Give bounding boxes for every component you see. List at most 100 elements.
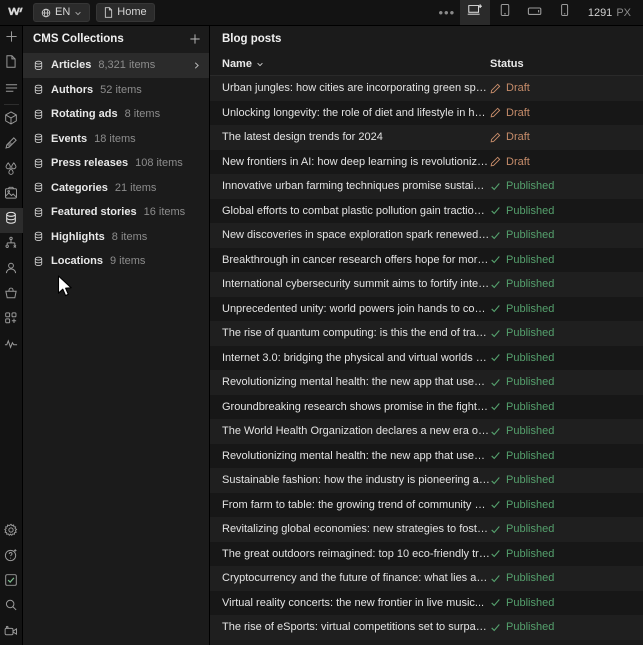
rail-add-element[interactable] xyxy=(0,26,23,51)
rail-variables[interactable] xyxy=(0,158,23,183)
collection-item-categories[interactable]: Categories 21 items xyxy=(23,176,209,201)
table-row[interactable]: The latest design trends for 2024 Draft xyxy=(210,125,643,150)
page-icon xyxy=(5,54,17,73)
table-row[interactable]: Urban jungles: how cities are incorporat… xyxy=(210,76,643,101)
rail-cms[interactable] xyxy=(0,208,23,233)
collection-item-press-releases[interactable]: Press releases 108 items xyxy=(23,151,209,176)
table-row[interactable]: Virtual reality concerts: the new fronti… xyxy=(210,590,643,615)
cell-item-name: International cybersecurity summit aims … xyxy=(222,278,490,291)
check-icon xyxy=(490,230,501,241)
rail-ecommerce[interactable] xyxy=(0,283,23,308)
table-row[interactable]: The rise of quantum computing: is this t… xyxy=(210,321,643,346)
user-icon xyxy=(4,261,18,280)
check-icon xyxy=(490,573,501,584)
table-row[interactable]: The rise of eSports: virtual competition… xyxy=(210,615,643,640)
table-row[interactable]: Global efforts to combat plastic polluti… xyxy=(210,198,643,223)
column-header-status[interactable]: Status xyxy=(490,58,524,70)
rail-help[interactable] xyxy=(0,545,23,570)
collection-item-label: Events xyxy=(51,132,88,145)
current-page-label: Home xyxy=(117,6,147,18)
viewport-desktop-button[interactable] xyxy=(459,0,490,25)
rail-pages[interactable] xyxy=(0,51,23,76)
collection-item-count: 108 items xyxy=(135,157,183,170)
video-icon xyxy=(4,624,18,642)
collection-item-highlights[interactable]: Highlights 8 items xyxy=(23,225,209,250)
table-row[interactable]: Revolutionizing mental health: the new a… xyxy=(210,370,643,395)
table-row[interactable]: Innovative urban farming techniques prom… xyxy=(210,174,643,199)
rail-assets[interactable] xyxy=(0,183,23,208)
desktop-icon xyxy=(467,3,483,22)
table-row[interactable]: Internet 3.0: bridging the physical and … xyxy=(210,345,643,370)
database-icon xyxy=(33,158,44,169)
status-badge: Published xyxy=(490,621,554,633)
table-row[interactable]: Revolutionizing mental health: the new a… xyxy=(210,443,643,468)
database-icon xyxy=(33,231,44,242)
table-row[interactable]: Unlocking longevity: the role of diet an… xyxy=(210,100,643,125)
collection-item-count: 8 items xyxy=(124,108,161,121)
help-icon xyxy=(4,548,18,567)
canvas-width-indicator[interactable]: 1291 PX xyxy=(580,0,643,25)
collection-item-label: Authors xyxy=(51,83,94,96)
table-header-row: Name Status xyxy=(210,52,643,76)
webflow-logo-icon[interactable] xyxy=(5,2,27,24)
viewport-mobile-button[interactable] xyxy=(550,0,580,25)
table-row[interactable]: International cybersecurity summit aims … xyxy=(210,272,643,297)
tablet-landscape-icon xyxy=(527,4,543,22)
column-header-name[interactable]: Name xyxy=(210,58,490,70)
table-row[interactable]: Cryptocurrency and the future of finance… xyxy=(210,566,643,591)
rail-navigator[interactable] xyxy=(0,76,23,101)
rail-components[interactable] xyxy=(0,108,23,133)
status-badge: Published xyxy=(490,327,554,339)
rail-apps[interactable] xyxy=(0,308,23,333)
check-icon xyxy=(490,499,501,510)
collection-header: Blog posts xyxy=(210,26,643,52)
cell-item-name: Breakthrough in cancer research offers h… xyxy=(222,253,490,266)
add-collection-button[interactable] xyxy=(189,33,201,45)
table-row[interactable]: Unprecedented unity: world powers join h… xyxy=(210,296,643,321)
collection-item-authors[interactable]: Authors 52 items xyxy=(23,78,209,103)
table-row[interactable]: The great outdoors reimagined: top 10 ec… xyxy=(210,541,643,566)
database-icon xyxy=(33,109,44,120)
rail-settings[interactable] xyxy=(0,520,23,545)
rail-audit[interactable] xyxy=(0,333,23,358)
collection-item-rotating-ads[interactable]: Rotating ads 8 items xyxy=(23,102,209,127)
status-badge: Published xyxy=(490,572,554,584)
collection-item-locations[interactable]: Locations 9 items xyxy=(23,249,209,274)
left-toolbar-top xyxy=(0,26,23,358)
rail-logic[interactable] xyxy=(0,233,23,258)
collection-item-count: 8,321 items xyxy=(98,59,156,72)
table-row[interactable]: Revitalizing global economies: new strat… xyxy=(210,517,643,542)
ellipsis-icon[interactable]: ••• xyxy=(434,0,460,25)
check-icon xyxy=(490,548,501,559)
tablet-icon xyxy=(499,3,511,22)
locale-selector[interactable]: EN xyxy=(33,3,91,22)
current-page-button[interactable]: Home xyxy=(96,3,155,22)
collection-item-count: 21 items xyxy=(114,181,157,194)
table-row[interactable]: Sustainable fashion: how the industry is… xyxy=(210,468,643,493)
viewport-tablet-button[interactable] xyxy=(490,0,520,25)
rail-checklist[interactable] xyxy=(0,570,23,595)
page-title: CMS Collections xyxy=(33,33,124,45)
mobile-icon xyxy=(559,3,570,22)
collection-item-events[interactable]: Events 18 items xyxy=(23,127,209,152)
rail-users[interactable] xyxy=(0,258,23,283)
collection-item-articles[interactable]: Articles 8,321 items xyxy=(23,53,209,78)
table-row[interactable]: From farm to table: the growing trend of… xyxy=(210,492,643,517)
status-badge: Published xyxy=(490,205,554,217)
rail-style-manager[interactable] xyxy=(0,133,23,158)
chevron-down-icon xyxy=(74,9,82,17)
rail-video[interactable] xyxy=(0,620,23,645)
pencil-icon xyxy=(490,107,501,118)
table-row[interactable]: Groundbreaking research shows promise in… xyxy=(210,394,643,419)
chevron-right-icon[interactable] xyxy=(192,61,201,70)
collection-item-featured-stories[interactable]: Featured stories 16 items xyxy=(23,200,209,225)
table-row[interactable]: The World Health Organization declares a… xyxy=(210,419,643,444)
table-row[interactable]: New discoveries in space exploration spa… xyxy=(210,223,643,248)
rail-search[interactable] xyxy=(0,595,23,620)
viewport-tablet-landscape-button[interactable] xyxy=(520,0,550,25)
table-row[interactable]: New frontiers in AI: how deep learning i… xyxy=(210,149,643,174)
table-row[interactable]: Breakthrough in cancer research offers h… xyxy=(210,247,643,272)
status-badge: Draft xyxy=(490,107,530,119)
status-label: Published xyxy=(506,498,555,511)
collection-item-count: 16 items xyxy=(143,206,186,219)
